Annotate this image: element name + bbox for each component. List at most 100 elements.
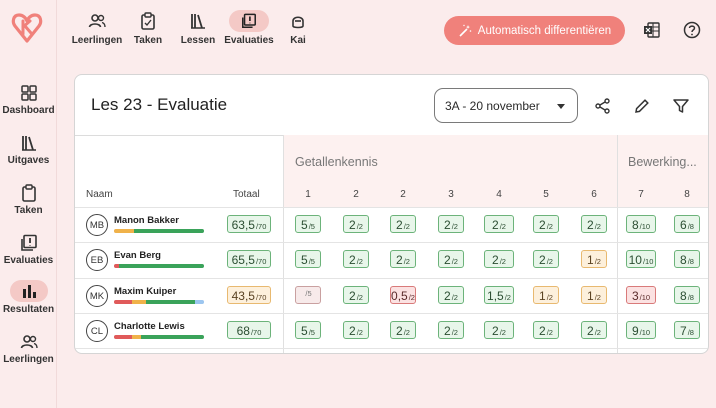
score-cell[interactable]: 2/2 [533,215,559,233]
topnav-item-kai[interactable]: Kai [270,12,326,46]
score-value: 7 [680,324,687,338]
score-value: 2 [587,324,594,338]
grid-icon [20,85,37,101]
score-cell[interactable]: 43,5/70 [227,286,271,304]
topnav-item-lessen[interactable]: Lessen [170,12,226,46]
score-max: /2 [451,328,458,337]
progress-bar [114,229,204,233]
clipboard-icon [141,12,155,30]
score-cell[interactable]: 2/2 [390,215,416,233]
student-name[interactable]: Manon Bakker [114,215,179,226]
score-cell[interactable]: 5/5 [295,250,321,268]
score-cell[interactable]: 5/5 [295,215,321,233]
score-value: 2 [492,253,499,267]
score-cell[interactable]: 7/8 [674,321,700,339]
avatar: EB [86,249,108,271]
score-max: /2 [594,222,601,231]
bar-chart-icon [22,285,36,298]
score-cell[interactable]: 2/2 [533,250,559,268]
score-value: 65,5 [231,253,255,267]
score-cell[interactable]: 8/10 [626,215,656,233]
score-cell[interactable]: 2/2 [343,250,369,268]
score-cell[interactable]: 2/2 [343,321,369,339]
auto-differentiate-label: Automatisch differentiëren [477,24,612,37]
table-row-divider [75,278,708,279]
score-value: 2 [539,218,546,232]
sidebar-item-evaluaties[interactable]: Evaluaties [0,234,57,266]
score-cell[interactable]: 1/2 [581,286,607,304]
score-cell[interactable]: 68/70 [227,321,271,339]
score-cell[interactable]: 5/5 [295,321,321,339]
progress-bar [114,264,204,268]
score-cell[interactable]: 2/2 [438,286,464,304]
excel-export-icon[interactable] [642,20,662,40]
score-value: 1,5 [487,289,504,303]
filter-icon[interactable] [672,97,690,115]
column-divider [283,135,284,353]
score-cell[interactable]: 2/2 [438,250,464,268]
score-cell[interactable]: 2/2 [390,321,416,339]
app-logo[interactable] [9,10,45,46]
score-max: /2 [451,293,458,302]
question-column-header: 3 [448,189,454,200]
score-cell[interactable]: 65,5/70 [227,250,271,268]
sidebar-item-label: Evaluaties [3,255,54,266]
student-name[interactable]: Evan Berg [114,250,161,261]
score-value: 2 [396,324,403,338]
help-icon[interactable] [682,20,702,40]
score-max: /2 [499,257,506,266]
edit-icon[interactable] [633,97,651,115]
score-cell[interactable]: 9/10 [626,321,656,339]
score-cell[interactable]: 2/2 [581,215,607,233]
clipboard-icon [21,184,36,202]
score-cell[interactable]: 2/2 [438,321,464,339]
score-max: /2 [403,328,410,337]
score-cell[interactable]: 63,5/70 [227,215,271,233]
score-value: 63,5 [231,218,255,232]
share-icon[interactable] [594,97,612,115]
student-name[interactable]: Maxim Kuiper [114,286,176,297]
score-cell[interactable]: 2/2 [533,321,559,339]
class-date-select[interactable]: 3A - 20 november [434,88,578,123]
score-max: /2 [546,257,553,266]
student-name[interactable]: Charlotte Lewis [114,321,185,332]
magic-wand-icon [459,24,472,37]
score-max: /8 [687,293,694,302]
score-cell[interactable]: 2/2 [581,321,607,339]
evaluation-icon [242,13,256,28]
score-cell[interactable]: 0,5/2 [390,286,416,304]
score-value: 2 [396,218,403,232]
table-row-divider [75,242,708,243]
topnav-item-evaluaties[interactable]: Evaluaties [221,10,277,46]
sidebar-item-taken[interactable]: Taken [0,184,57,216]
sidebar-item-leerlingen[interactable]: Leerlingen [0,333,57,365]
score-cell[interactable]: 1/2 [533,286,559,304]
score-cell[interactable]: 2/2 [390,250,416,268]
score-cell[interactable]: 2/2 [343,215,369,233]
score-cell[interactable]: 8/8 [674,286,700,304]
score-cell[interactable]: 8/8 [674,250,700,268]
sidebar-item-uitgaves[interactable]: Uitgaves [0,134,57,166]
sidebar-item-dashboard[interactable]: Dashboard [0,84,57,116]
score-cell[interactable]: 2/2 [484,215,514,233]
sidebar-item-resultaten[interactable]: Resultaten [0,280,57,315]
score-cell[interactable]: 2/2 [484,250,514,268]
score-cell[interactable]: 3/10 [626,286,656,304]
score-cell[interactable]: 6/8 [674,215,700,233]
progress-segment-green [146,300,195,304]
score-value: 1 [539,289,546,303]
score-max: /2 [356,257,363,266]
score-value: 2 [349,253,356,267]
score-cell[interactable]: /5 [295,286,321,304]
score-cell[interactable]: 1/2 [581,250,607,268]
topnav-item-leerlingen[interactable]: Leerlingen [69,12,125,46]
score-cell[interactable]: 1,5/2 [484,286,514,304]
topnav-item-taken[interactable]: Taken [120,12,176,46]
score-max: /2 [451,222,458,231]
score-cell[interactable]: 2/2 [484,321,514,339]
auto-differentiate-button[interactable]: Automatisch differentiëren [444,16,625,45]
score-cell[interactable]: 10/10 [626,250,656,268]
score-cell[interactable]: 2/2 [343,286,369,304]
score-cell[interactable]: 2/2 [438,215,464,233]
score-value: 2 [444,289,451,303]
